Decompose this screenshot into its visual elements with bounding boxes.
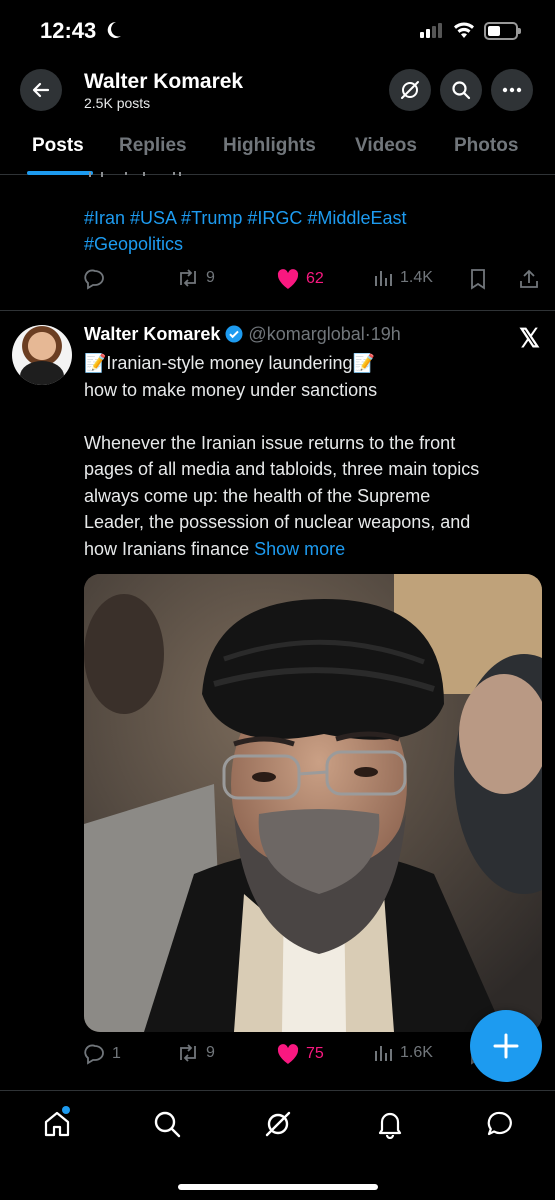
nav-explore[interactable] [152,1109,182,1139]
grok-icon [265,1111,291,1137]
bookmark-icon [471,269,485,290]
bookmark-button[interactable] [469,268,487,290]
tweet-text[interactable]: 📝Iranian-style money laundering📝 how to … [84,350,544,562]
hashtags[interactable]: #Iran #USA #Trump #IRGC #MiddleEast #Geo… [84,205,504,257]
tweet-line: Leader, the possession of nuclear weapon… [84,512,471,532]
view-count: 1.6K [400,1044,433,1061]
profile-tabs: Posts Replies Highlights Videos Photos [0,120,555,175]
like-button[interactable]: 62 [276,268,324,290]
retweet-button[interactable]: 9 [176,1043,215,1063]
views-button[interactable]: 1.4K [374,268,433,288]
grok-icon [401,81,419,99]
reply-icon [84,269,104,290]
home-indicator[interactable] [178,1184,378,1190]
nav-notifications[interactable] [375,1109,405,1140]
compose-button[interactable] [470,1010,542,1082]
status-time: 12:43 [40,18,97,43]
cellular-signal-icon [420,23,442,38]
explore-icon [154,1111,181,1138]
back-button[interactable] [20,69,62,111]
hashtags-line-2[interactable]: #Geopolitics [84,231,504,257]
reply-button[interactable]: 1 [84,1043,121,1065]
verified-badge-icon [225,325,243,343]
tab-videos[interactable]: Videos [355,135,417,157]
like-count: 62 [306,270,324,287]
more-icon [502,87,522,93]
reply-button[interactable] [84,268,106,290]
nav-grok[interactable] [263,1109,293,1139]
tab-highlights[interactable]: Highlights [223,135,316,157]
tab-replies[interactable]: Replies [119,135,187,157]
profile-header: Walter Komarek 2.5K posts [0,62,555,120]
tweet-line: Whenever the Iranian issue returns to th… [84,432,456,453]
like-count: 75 [306,1045,324,1062]
search-icon [452,81,471,100]
like-button[interactable]: 75 [276,1043,324,1065]
tweet-header: Walter Komarek @komarglobal·19h [84,324,401,345]
clipped-text-fragment [84,172,204,178]
heart-icon [277,1044,299,1064]
hashtags-line-1[interactable]: #Iran #USA #Trump #IRGC #MiddleEast [84,205,504,231]
views-icon [375,1046,392,1061]
post-count: 2.5K posts [84,95,151,111]
tab-photos[interactable]: Photos [454,135,518,157]
heart-icon [277,269,299,289]
retweet-count: 9 [206,1044,215,1061]
more-button[interactable] [491,69,533,111]
tweet-line: pages of all media and tabloids, three m… [84,459,480,479]
compose-plus-icon [493,1033,519,1059]
avatar[interactable] [12,325,72,385]
search-button[interactable] [440,69,482,111]
battery-icon [484,22,521,40]
tweet-line: how to make money under sanctions [84,379,378,400]
retweet-icon [180,1044,196,1062]
author-name[interactable]: Walter Komarek [84,324,220,344]
nav-messages[interactable] [485,1109,515,1139]
retweet-button[interactable]: 9 [176,268,215,288]
status-bar: 12:43 [0,0,555,62]
tweet-divider [0,310,555,311]
messages-icon [487,1111,512,1136]
reply-count: 1 [112,1045,121,1062]
reply-icon [84,1044,104,1065]
tweet-actions: 9 62 1.4K [84,268,544,294]
retweet-icon [180,269,196,287]
share-icon [520,269,538,288]
view-count: 1.4K [400,269,433,286]
notifications-icon [378,1112,402,1140]
tab-posts[interactable]: Posts [32,135,84,157]
views-icon [375,271,392,286]
author-handle[interactable]: @komarglobal [248,324,364,344]
tweet-media-image[interactable] [84,574,542,1032]
tweet-time[interactable]: 19h [371,324,401,344]
share-button[interactable] [518,268,540,290]
show-more-link[interactable]: Show more [254,539,345,559]
tweet-line-last: how Iranians finance Show more [84,538,346,559]
retweet-count: 9 [206,269,215,286]
notification-dot [62,1106,70,1114]
portrait-photo [84,574,542,1032]
tweet-line: 📝Iranian-style money laundering📝 [84,353,375,373]
moon-icon [107,21,121,38]
back-arrow-icon [32,82,50,98]
page-title: Walter Komarek [84,70,244,93]
grok-button[interactable] [389,69,431,111]
tweet-line: always come up: the health of the Suprem… [84,485,431,506]
wifi-icon [454,22,474,38]
views-button[interactable]: 1.6K [374,1043,433,1063]
